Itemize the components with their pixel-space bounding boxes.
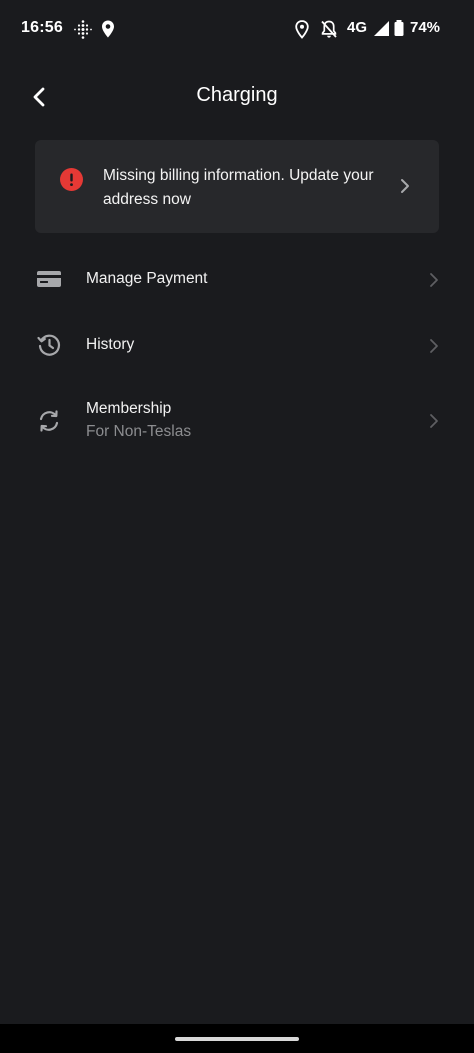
chevron-right-icon bbox=[397, 177, 413, 195]
credit-card-icon bbox=[34, 264, 64, 294]
status-bar: 16:56 4G 74% bbox=[0, 0, 474, 58]
map-pin-icon bbox=[97, 18, 119, 40]
chevron-right-icon bbox=[428, 338, 440, 354]
chevron-right-icon bbox=[428, 413, 440, 429]
page-title: Charging bbox=[196, 84, 278, 106]
signal-icon bbox=[371, 18, 393, 40]
history-icon bbox=[34, 330, 64, 360]
menu-item-label: Membership bbox=[86, 400, 172, 417]
battery-percentage: 74% bbox=[410, 19, 441, 36]
chevron-right-icon bbox=[428, 272, 440, 288]
billing-alert-card[interactable]: Missing billing information. Update your… bbox=[35, 140, 439, 233]
home-indicator[interactable] bbox=[175, 1037, 299, 1041]
status-time: 16:56 bbox=[21, 19, 63, 36]
location-icon bbox=[291, 18, 313, 40]
error-icon bbox=[60, 168, 83, 191]
menu-item-history[interactable]: History bbox=[0, 316, 474, 374]
menu-item-subtitle: For Non-Teslas bbox=[86, 423, 192, 440]
network-type: 4G bbox=[347, 19, 368, 36]
alert-message: Missing billing information. Update your… bbox=[103, 167, 374, 208]
refresh-icon bbox=[34, 406, 64, 436]
menu-item-label: History bbox=[86, 336, 135, 353]
menu-item-manage-payment[interactable]: Manage Payment bbox=[0, 250, 474, 308]
fitbit-icon bbox=[72, 18, 94, 40]
bell-off-icon bbox=[318, 18, 340, 40]
menu-item-membership[interactable]: Membership For Non-Teslas bbox=[0, 386, 474, 458]
menu-item-label: Manage Payment bbox=[86, 270, 208, 287]
header: Charging bbox=[0, 70, 474, 122]
system-nav-bar bbox=[0, 1024, 474, 1053]
